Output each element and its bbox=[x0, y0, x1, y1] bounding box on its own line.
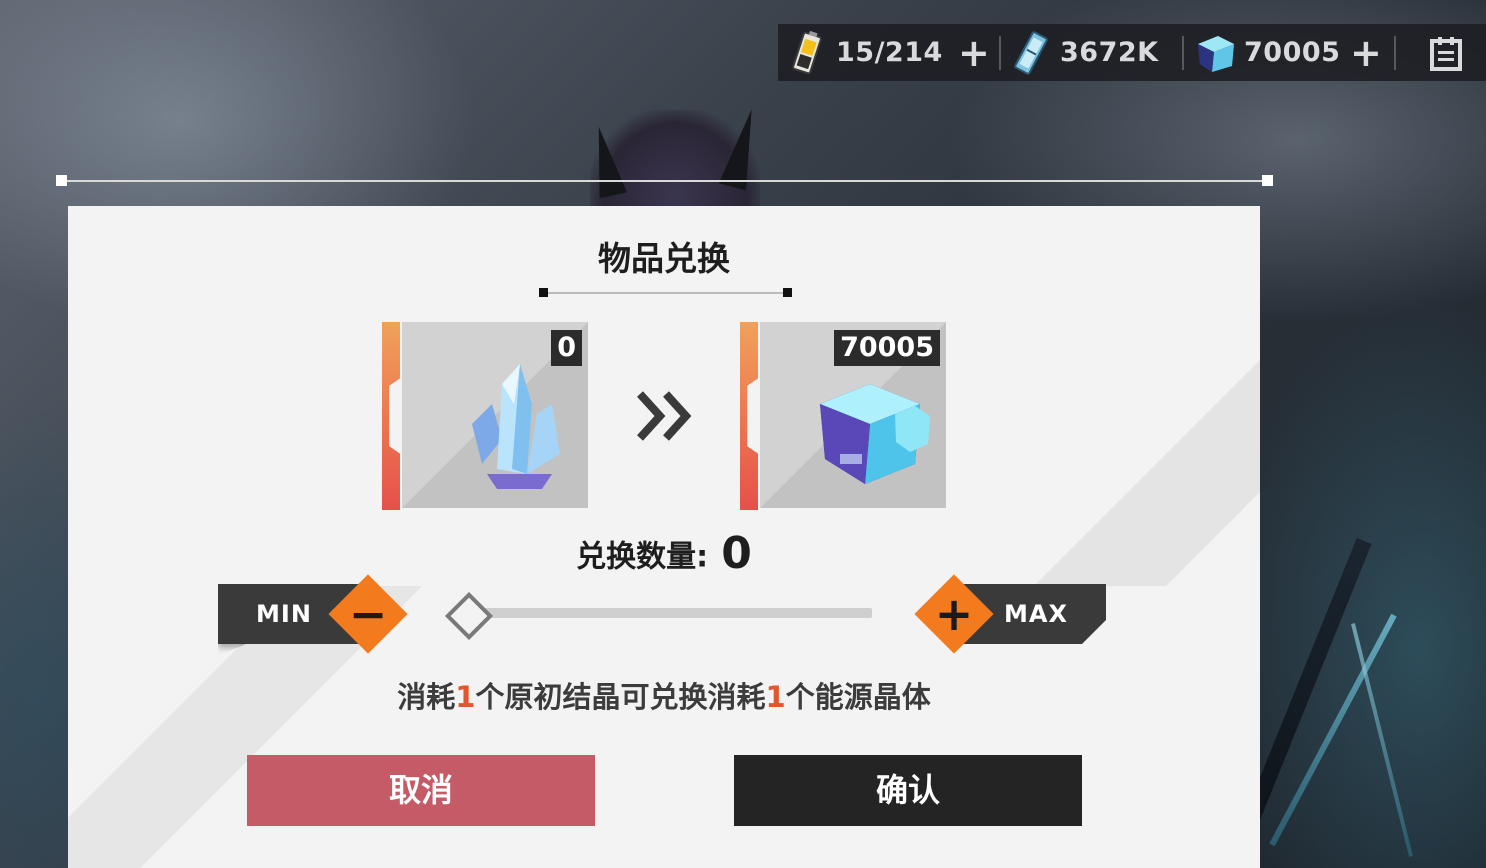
ticket-currency-icon bbox=[1014, 30, 1048, 75]
double-arrow-icon bbox=[637, 391, 692, 441]
divider bbox=[1394, 36, 1396, 70]
min-label: MIN bbox=[256, 600, 312, 628]
quantity-value: 0 bbox=[721, 528, 752, 579]
energy-cube-icon bbox=[1198, 35, 1234, 72]
divider bbox=[1182, 36, 1184, 70]
item-tile: 0 bbox=[402, 322, 588, 508]
dialog-title: 物品兑换 bbox=[598, 239, 730, 278]
stamina-add-button[interactable]: + bbox=[958, 24, 990, 81]
battery-stamina-icon bbox=[792, 30, 822, 74]
source-item-slot[interactable]: 0 bbox=[382, 322, 588, 510]
stamina-value: 15/214 bbox=[836, 37, 943, 68]
plus-icon: + bbox=[958, 30, 990, 75]
confirm-button[interactable]: 确认 bbox=[734, 755, 1082, 826]
cancel-button[interactable]: 取消 bbox=[247, 755, 595, 826]
desc-text: 个能源晶体 bbox=[785, 680, 931, 714]
title-underline-dot bbox=[783, 288, 792, 297]
energy-crystal-resource: 70005 bbox=[1192, 24, 1340, 81]
frame-corner-dot bbox=[56, 175, 67, 186]
minus-button[interactable]: − bbox=[328, 574, 408, 654]
currency-resource: 3672K bbox=[1010, 24, 1159, 81]
task-list-button[interactable] bbox=[1428, 24, 1464, 81]
exchange-description: 消耗1个原初结晶可兑换消耗1个能源晶体 bbox=[68, 674, 1260, 716]
quantity-slider-track[interactable] bbox=[460, 608, 872, 618]
resource-bar: 15/214 + 3672K 70005 + bbox=[778, 24, 1486, 81]
exchange-quantity: 兑换数量: 0 bbox=[68, 528, 1260, 579]
crystal-cluster-icon bbox=[472, 364, 560, 489]
task-list-icon bbox=[1430, 36, 1462, 71]
title-underline bbox=[544, 292, 788, 294]
title-underline-dot bbox=[539, 288, 548, 297]
desc-text: 消耗 bbox=[397, 680, 456, 714]
background-wire bbox=[1351, 623, 1413, 857]
rarity-bar bbox=[382, 322, 400, 510]
plus-button[interactable]: + bbox=[914, 574, 994, 654]
max-label: MAX bbox=[1004, 600, 1068, 628]
plus-icon: + bbox=[1350, 30, 1382, 75]
dialog-top-line bbox=[62, 180, 1268, 182]
rarity-bar bbox=[740, 322, 758, 510]
desc-number: 1 bbox=[765, 680, 786, 714]
item-exchange-dialog: 物品兑换 0 70005 兑换数量: 0 MIN − MAX + 消耗1个原初结… bbox=[68, 206, 1260, 868]
energy-crystal-add-button[interactable]: + bbox=[1350, 24, 1382, 81]
target-item-slot[interactable]: 70005 bbox=[740, 322, 946, 510]
quantity-label: 兑换数量: bbox=[576, 539, 709, 575]
energy-cube-icon bbox=[820, 384, 930, 484]
frame-corner-dot bbox=[1262, 175, 1273, 186]
desc-number: 1 bbox=[455, 680, 476, 714]
stamina-resource: 15/214 bbox=[786, 24, 943, 81]
currency-value: 3672K bbox=[1060, 37, 1159, 68]
item-tile: 70005 bbox=[760, 322, 946, 508]
divider bbox=[999, 36, 1001, 70]
energy-crystal-value: 70005 bbox=[1244, 37, 1341, 68]
desc-text: 个原初结晶可兑换消耗 bbox=[475, 680, 766, 714]
